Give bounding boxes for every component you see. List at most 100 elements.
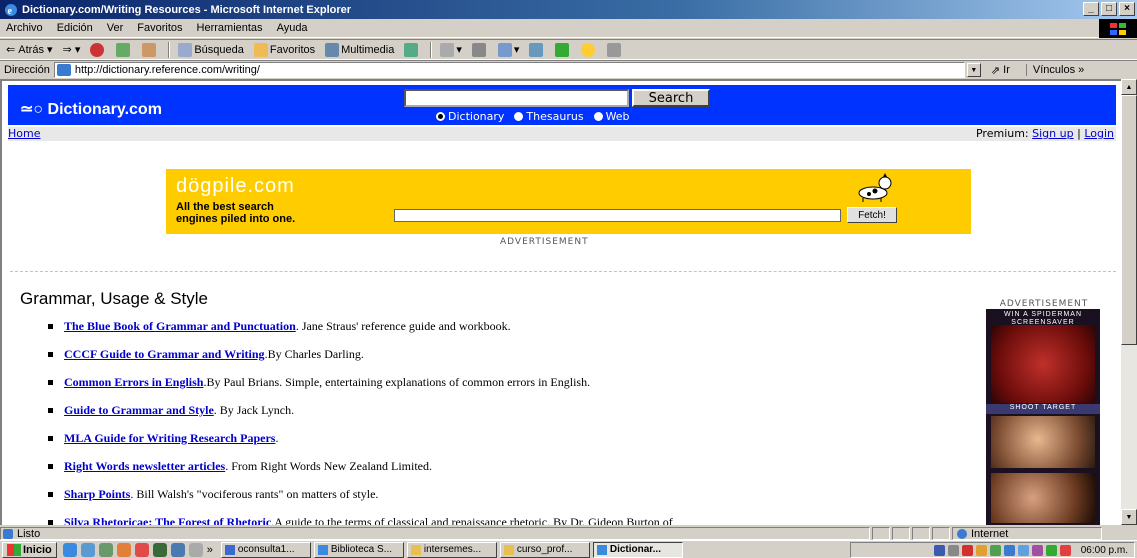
resource-link[interactable]: The Blue Book of Grammar and Punctuation bbox=[64, 319, 296, 334]
desktop-launch-icon[interactable] bbox=[98, 542, 113, 557]
messenger-launch-icon[interactable] bbox=[134, 542, 149, 557]
start-label: Inicio bbox=[23, 543, 52, 556]
login-link[interactable]: Login bbox=[1084, 127, 1114, 140]
tray-app-icon[interactable] bbox=[1059, 544, 1071, 556]
volume-icon[interactable] bbox=[947, 544, 959, 556]
back-button[interactable]: ⇐ Atrás ▾ bbox=[6, 43, 53, 57]
refresh-button[interactable] bbox=[116, 42, 132, 57]
resource-link[interactable]: Common Errors in English bbox=[64, 375, 203, 390]
dogpile-banner[interactable]: dögpile.com All the best search engines p… bbox=[166, 169, 971, 234]
resource-link[interactable]: Right Words newsletter articles bbox=[64, 459, 225, 474]
task-button-active[interactable]: Dictionar... bbox=[592, 541, 683, 558]
task-button[interactable]: intersemes... bbox=[406, 541, 497, 558]
network-icon[interactable] bbox=[933, 544, 945, 556]
tray-app-icon[interactable] bbox=[975, 544, 987, 556]
mail-launch-icon[interactable] bbox=[188, 542, 203, 557]
site-search-button[interactable]: Search bbox=[632, 89, 710, 107]
start-button[interactable]: Inicio bbox=[2, 541, 57, 558]
clock[interactable]: 06:00 p.m. bbox=[1081, 545, 1128, 556]
menu-favoritos[interactable]: Favoritos bbox=[137, 22, 182, 34]
research-button[interactable] bbox=[607, 42, 623, 57]
scroll-up-icon[interactable]: ▲ bbox=[1121, 79, 1137, 95]
menu-edicion[interactable]: Edición bbox=[57, 22, 93, 34]
mail-button[interactable]: ▾ bbox=[440, 42, 462, 57]
shoot-target-label: SHOOT TARGET bbox=[986, 404, 1100, 414]
toolbar-separator bbox=[430, 41, 433, 58]
tray-app-icon[interactable] bbox=[1031, 544, 1043, 556]
print-button[interactable] bbox=[471, 42, 488, 57]
vertical-scrollbar[interactable]: ▲ ▼ bbox=[1121, 79, 1137, 525]
tray-app-icon[interactable] bbox=[1017, 544, 1029, 556]
resource-desc: .A guide to the terms of classical and r… bbox=[271, 515, 673, 525]
globe-launch-icon[interactable] bbox=[170, 542, 185, 557]
list-item: Silva Rhetoricae: The Forest of Rhetoric… bbox=[48, 515, 978, 525]
dogpile-search-input[interactable] bbox=[394, 209, 841, 222]
radio-dictionary[interactable]: Dictionary bbox=[436, 110, 504, 123]
quick-launch-chevron[interactable]: » bbox=[207, 544, 213, 556]
edit-button[interactable]: ▾ bbox=[497, 42, 519, 57]
search-label: Búsqueda bbox=[194, 43, 244, 56]
globe-icon bbox=[957, 528, 967, 539]
task-button[interactable]: Biblioteca S... bbox=[313, 541, 404, 558]
resource-link[interactable]: Guide to Grammar and Style bbox=[64, 403, 214, 418]
history-button[interactable] bbox=[404, 42, 420, 57]
list-item: MLA Guide for Writing Research Papers. bbox=[48, 431, 978, 459]
radio-web[interactable]: Web bbox=[593, 110, 630, 123]
discuss-button[interactable] bbox=[529, 42, 545, 57]
site-search-input[interactable] bbox=[404, 89, 629, 107]
go-button[interactable]: ⇗ Ir bbox=[991, 64, 1010, 77]
minimize-button[interactable]: _ bbox=[1083, 2, 1099, 16]
resource-link[interactable]: CCCF Guide to Grammar and Writing bbox=[64, 347, 265, 362]
tray-app-icon[interactable] bbox=[1003, 544, 1015, 556]
stop-button[interactable] bbox=[90, 42, 106, 57]
tray-app-icon[interactable] bbox=[1045, 544, 1057, 556]
smiley-button[interactable] bbox=[581, 42, 597, 57]
menu-herramientas[interactable]: Herramientas bbox=[197, 22, 263, 34]
site-logo[interactable]: ≃○ Dictionary.com bbox=[20, 99, 162, 119]
office-launch-icon[interactable] bbox=[116, 542, 131, 557]
dog-mascot-icon bbox=[858, 173, 892, 202]
task-button[interactable]: curso_prof... bbox=[499, 541, 590, 558]
search-button[interactable]: Búsqueda bbox=[178, 42, 244, 57]
windows-flag-icon bbox=[7, 543, 21, 556]
media-launch-icon[interactable] bbox=[152, 542, 167, 557]
menu-ver[interactable]: Ver bbox=[107, 22, 124, 34]
bullet-icon bbox=[48, 380, 53, 385]
dogpile-fetch-button[interactable]: Fetch! bbox=[847, 207, 897, 223]
address-dropdown-icon[interactable]: ▼ bbox=[966, 63, 981, 77]
banner-line1: WIN A SPIDERMAN bbox=[1003, 311, 1082, 318]
multimedia-button[interactable]: Multimedia bbox=[325, 42, 394, 57]
scroll-down-icon[interactable]: ▼ bbox=[1121, 509, 1137, 525]
address-input[interactable]: http://dictionary.reference.com/writing/ bbox=[53, 62, 965, 78]
forward-button[interactable]: ⇒ ▾ bbox=[63, 43, 81, 56]
radio-thesaurus[interactable]: Thesaurus bbox=[514, 110, 584, 123]
signup-link[interactable]: Sign up bbox=[1032, 127, 1073, 140]
folder-icon bbox=[503, 544, 514, 555]
home-icon bbox=[142, 42, 157, 57]
scroll-thumb[interactable] bbox=[1121, 95, 1137, 345]
close-button[interactable]: × bbox=[1119, 2, 1135, 16]
page-status-icon bbox=[3, 528, 13, 539]
resource-link[interactable]: Silva Rhetoricae: The Forest of Rhetoric bbox=[64, 515, 271, 525]
radio-web-label: Web bbox=[605, 110, 630, 123]
menu-archivo[interactable]: Archivo bbox=[6, 22, 43, 34]
messenger-button[interactable] bbox=[555, 42, 571, 57]
title-bar: e Dictionary.com/Writing Resources - Mic… bbox=[0, 0, 1137, 19]
search-icon bbox=[178, 42, 193, 57]
tray-app-icon[interactable] bbox=[989, 544, 1001, 556]
norton-icon[interactable] bbox=[961, 544, 973, 556]
home-button[interactable] bbox=[142, 42, 158, 57]
home-link[interactable]: Home bbox=[8, 127, 40, 140]
spiderman-ad-banner[interactable]: WIN A SPIDERMAN SCREENSAVER SHOOT TARGET bbox=[986, 309, 1100, 525]
menu-ayuda[interactable]: Ayuda bbox=[277, 22, 308, 34]
outlook-launch-icon[interactable] bbox=[80, 542, 95, 557]
resource-link[interactable]: MLA Guide for Writing Research Papers bbox=[64, 431, 275, 446]
task-button[interactable]: oconsulta1... bbox=[220, 541, 311, 558]
list-item: Common Errors in English .By Paul Brians.… bbox=[48, 375, 978, 403]
links-button[interactable]: Vínculos » bbox=[1025, 64, 1084, 76]
favorites-button[interactable]: Favoritos bbox=[253, 42, 315, 57]
maximize-button[interactable]: □ bbox=[1101, 2, 1117, 16]
back-label: Atrás bbox=[18, 43, 44, 56]
ie-launch-icon[interactable] bbox=[62, 542, 77, 557]
resource-link[interactable]: Sharp Points bbox=[64, 487, 130, 502]
